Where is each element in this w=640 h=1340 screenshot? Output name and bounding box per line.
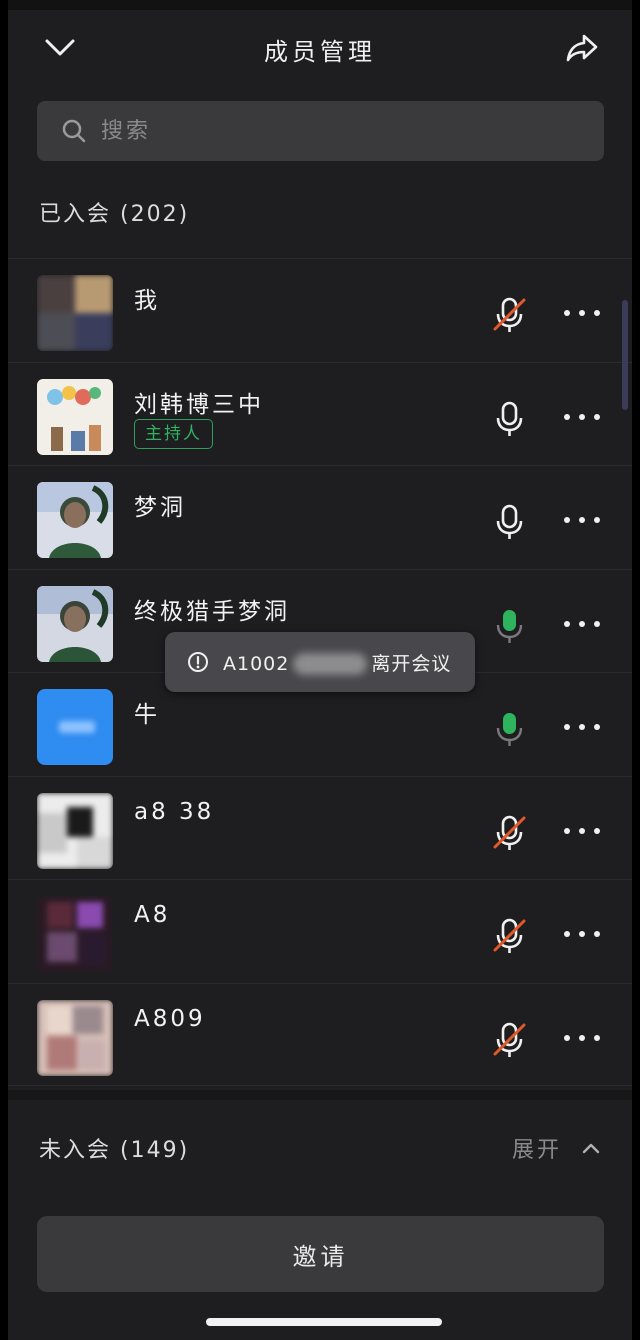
header: 成员管理 xyxy=(8,0,632,96)
joined-count-label: 已入会 (202) xyxy=(39,202,190,227)
more-options-icon[interactable] xyxy=(564,821,600,841)
more-options-icon[interactable] xyxy=(564,924,600,944)
more-options-icon[interactable] xyxy=(564,510,600,530)
search-icon xyxy=(62,119,86,143)
avatar xyxy=(37,999,113,1076)
toast-status: 离开会议 xyxy=(371,652,452,675)
scrollbar[interactable] xyxy=(622,300,628,410)
not-joined-count-label: 未入会 (149) xyxy=(39,1138,190,1163)
toast-message: A1002 离开会议 xyxy=(223,649,451,676)
avatar xyxy=(37,275,113,351)
member-row[interactable]: A8 xyxy=(8,879,632,983)
avatar xyxy=(37,689,113,765)
page-title: 成员管理 xyxy=(264,38,376,66)
member-name: 梦洞 xyxy=(134,495,186,521)
alert-circle-icon xyxy=(188,652,208,672)
more-options-icon[interactable] xyxy=(564,717,600,737)
member-row[interactable]: A809 xyxy=(8,982,632,1086)
member-name: 终极猎手梦洞 xyxy=(134,598,290,625)
mic-muted-icon[interactable] xyxy=(490,813,530,853)
member-name: 牛 xyxy=(134,702,160,728)
share-icon[interactable] xyxy=(562,28,602,68)
more-options-icon[interactable] xyxy=(564,407,600,427)
redacted-blur xyxy=(293,653,368,675)
member-name: A809 xyxy=(134,1005,206,1032)
invite-button[interactable]: 邀请 xyxy=(37,1216,604,1292)
mic-active-icon[interactable] xyxy=(490,606,530,646)
section-divider xyxy=(8,1090,632,1100)
more-options-icon[interactable] xyxy=(564,614,600,634)
avatar xyxy=(37,482,113,558)
avatar xyxy=(37,896,113,972)
member-row[interactable]: a8 38 xyxy=(8,775,632,880)
mic-muted-icon[interactable] xyxy=(490,916,530,956)
chevron-up-icon xyxy=(582,1143,600,1154)
mic-muted-icon[interactable] xyxy=(490,1020,530,1060)
member-management-screen: 成员管理 已入会 (202) 我 刘韩博三中 主持人 xyxy=(8,0,632,1340)
mic-icon[interactable] xyxy=(490,502,530,542)
mic-icon[interactable] xyxy=(490,399,530,439)
member-name: a8 38 xyxy=(134,798,215,825)
host-badge: 主持人 xyxy=(134,418,213,449)
avatar xyxy=(37,792,113,869)
member-row[interactable]: 梦洞 xyxy=(8,465,632,569)
member-name: 刘韩博三中 xyxy=(134,391,264,418)
expand-toggle[interactable]: 展开 xyxy=(512,1132,600,1164)
toast-member-id: A1002 xyxy=(223,652,290,675)
toast-notification: A1002 离开会议 xyxy=(165,632,475,692)
home-indicator[interactable] xyxy=(206,1318,442,1326)
more-options-icon[interactable] xyxy=(564,1028,600,1048)
member-name: A8 xyxy=(134,902,171,928)
member-name: 我 xyxy=(134,288,160,314)
avatar xyxy=(37,378,113,455)
search-input[interactable] xyxy=(101,118,581,144)
mic-active-icon[interactable] xyxy=(490,709,530,749)
search-bar[interactable] xyxy=(37,101,604,161)
member-row[interactable]: 刘韩博三中 主持人 xyxy=(8,361,632,466)
mic-muted-icon[interactable] xyxy=(490,295,530,335)
more-options-icon[interactable] xyxy=(564,303,600,323)
expand-label: 展开 xyxy=(511,1138,562,1163)
member-row[interactable]: 我 xyxy=(8,258,632,362)
avatar xyxy=(37,585,113,662)
